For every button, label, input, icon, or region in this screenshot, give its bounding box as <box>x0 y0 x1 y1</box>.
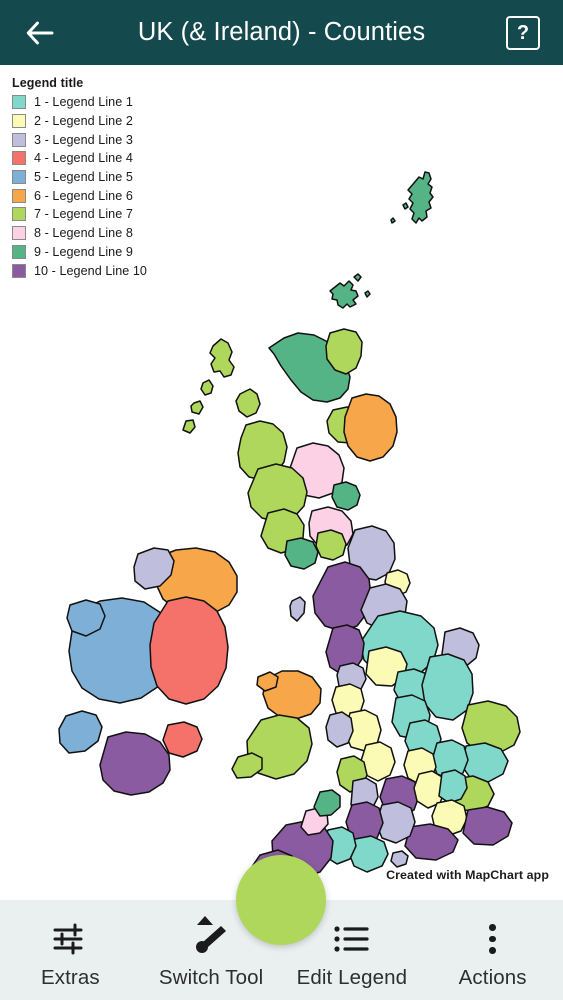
map-region-shetland[interactable] <box>390 171 434 224</box>
map-region-pembrokeshire[interactable] <box>231 752 263 779</box>
legend-item[interactable]: 6 - Legend Line 6 <box>10 186 147 205</box>
legend-swatch-1 <box>12 95 26 110</box>
legend-item[interactable]: 1 - Legend Line 1 <box>10 93 147 112</box>
legend-label-2: 2 - Legend Line 2 <box>34 114 133 129</box>
map-legend[interactable]: Legend title 1 - Legend Line 1 2 - Legen… <box>10 76 147 280</box>
map-region-skye[interactable] <box>235 388 261 418</box>
legend-label-9: 9 - Legend Line 9 <box>34 244 133 259</box>
toolbar-label-extras: Extras <box>41 966 100 989</box>
map-region-munster[interactable] <box>99 731 171 796</box>
question-mark-icon: ? <box>506 15 540 50</box>
legend-swatch-4 <box>12 151 26 166</box>
legend-item[interactable]: 8 - Legend Line 8 <box>10 224 147 243</box>
toolbar-label-edit-legend: Edit Legend <box>296 966 408 989</box>
toolbar-label-actions: Actions <box>458 966 527 989</box>
legend-label-7: 7 - Legend Line 7 <box>34 207 133 222</box>
map-region-cumbria[interactable] <box>312 561 372 632</box>
legend-label-4: 4 - Legend Line 4 <box>34 151 133 166</box>
dot <box>489 947 496 954</box>
map-region-orkney[interactable] <box>329 273 371 309</box>
toolbar-label-switch-tool: Switch Tool <box>158 966 264 989</box>
map-editor-screen: UK (& Ireland) - Counties ? Legend title… <box>0 0 563 1000</box>
map-region-isle-of-man[interactable] <box>289 596 306 622</box>
legend-item[interactable]: 3 - Legend Line 3 <box>10 130 147 149</box>
caret-up-icon <box>197 916 214 925</box>
back-arrow-icon[interactable] <box>16 9 64 57</box>
legend-label-10: 10 - Legend Line 10 <box>34 263 147 278</box>
brush-icon <box>191 916 231 960</box>
legend-item[interactable]: 2 - Legend Line 2 <box>10 112 147 131</box>
legend-swatch-3 <box>12 132 26 147</box>
map-region-gwent[interactable] <box>313 789 341 817</box>
legend-swatch-5 <box>12 170 26 185</box>
map-region-anglesey[interactable] <box>256 671 279 692</box>
legend-swatch-9 <box>12 244 26 259</box>
legend-label-6: 6 - Legend Line 6 <box>34 188 133 203</box>
mapchart-watermark: Created with MapChart app <box>386 868 549 882</box>
legend-label-3: 3 - Legend Line 3 <box>34 132 133 147</box>
legend-swatch-7 <box>12 207 26 222</box>
legend-swatch-2 <box>12 114 26 129</box>
legend-item[interactable]: 4 - Legend Line 4 <box>10 149 147 168</box>
app-header: UK (& Ireland) - Counties ? <box>0 0 563 65</box>
map-region-kent[interactable] <box>462 806 513 846</box>
map-region-kerry[interactable] <box>58 710 103 754</box>
legend-swatch-10 <box>12 263 26 278</box>
more-vertical-icon <box>489 918 496 960</box>
legend-item[interactable]: 5 - Legend Line 5 <box>10 168 147 187</box>
selected-color-button[interactable] <box>236 855 326 945</box>
help-button[interactable]: ? <box>499 9 547 57</box>
map-region-lincolnshire[interactable] <box>421 653 474 721</box>
legend-label-5: 5 - Legend Line 5 <box>34 170 133 185</box>
dot <box>489 935 496 943</box>
toolbar-item-actions[interactable]: Actions <box>422 900 563 1000</box>
legend-item[interactable]: 7 - Legend Line 7 <box>10 205 147 224</box>
legend-label-8: 8 - Legend Line 8 <box>34 226 133 241</box>
map-region-dumfries[interactable] <box>284 537 319 570</box>
legend-item[interactable]: 9 - Legend Line 9 <box>10 243 147 262</box>
toolbar-item-extras[interactable]: Extras <box>0 900 141 1000</box>
legend-swatch-8 <box>12 226 26 241</box>
map-region-isle-of-wight[interactable] <box>390 850 409 868</box>
map-region-aberdeenshire[interactable] <box>343 393 398 462</box>
legend-swatch-6 <box>12 188 26 203</box>
dot <box>489 924 496 931</box>
map-region-shropshire[interactable] <box>325 711 354 748</box>
page-title: UK (& Ireland) - Counties <box>137 18 426 46</box>
legend-label-1: 1 - Legend Line 1 <box>34 95 133 110</box>
legend-item[interactable]: 10 - Legend Line 10 <box>10 261 147 280</box>
map-region-leinster[interactable] <box>149 596 229 705</box>
sliders-icon <box>51 918 89 960</box>
legend-title: Legend title <box>12 76 84 90</box>
map-canvas[interactable]: Legend title 1 - Legend Line 1 2 - Legen… <box>0 65 563 900</box>
map-region-fife[interactable] <box>331 481 361 511</box>
list-icon <box>334 918 370 960</box>
map-region-outer-hebrides[interactable] <box>182 338 235 434</box>
map-region-waterford[interactable] <box>162 721 203 758</box>
map-region-borders[interactable] <box>315 529 347 561</box>
